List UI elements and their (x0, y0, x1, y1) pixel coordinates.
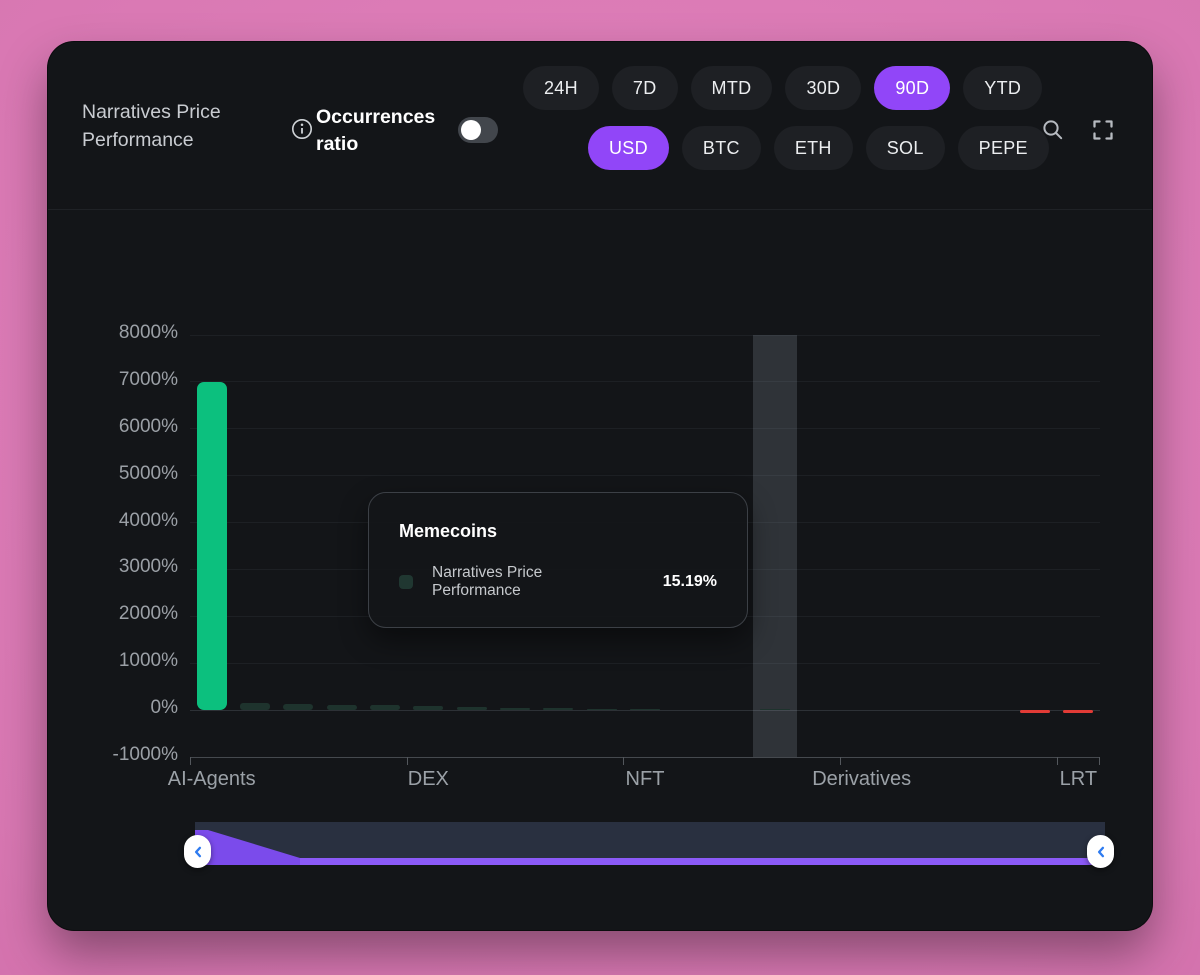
gridline (190, 757, 1100, 758)
occurrences-ratio-toggle[interactable] (458, 117, 498, 143)
y-axis-label: 6000% (48, 416, 178, 438)
tooltip-value: 15.19% (663, 573, 717, 591)
y-axis-label: -1000% (48, 744, 178, 766)
gridline (190, 475, 1100, 476)
y-axis-label: 4000% (48, 510, 178, 532)
fullscreen-icon[interactable] (1091, 118, 1115, 142)
occurrences-ratio-label: Occurrences ratio (316, 104, 450, 158)
x-axis-tick (1099, 757, 1100, 765)
currency-usd[interactable]: USD (588, 126, 669, 170)
bar[interactable] (1063, 710, 1093, 713)
gridline (190, 428, 1100, 429)
bar[interactable] (630, 709, 660, 710)
chevron-left-icon (1092, 843, 1110, 861)
time-range-30d[interactable]: 30D (785, 66, 861, 110)
bar-ai-agents[interactable] (197, 382, 227, 710)
chart-navigator[interactable] (195, 822, 1105, 865)
tooltip-series-label: Narratives Price Performance (432, 564, 635, 600)
x-axis-label-nft: NFT (626, 768, 665, 791)
currency-eth[interactable]: ETH (774, 126, 853, 170)
bar[interactable] (500, 708, 530, 711)
x-axis-label-derivatives: Derivatives (812, 768, 911, 791)
currency-sol[interactable]: SOL (866, 126, 945, 170)
toggle-knob (461, 120, 481, 140)
navigator-right-handle[interactable] (1087, 835, 1114, 868)
x-axis-tick (623, 757, 624, 765)
bar[interactable] (1020, 710, 1050, 713)
navigator-minimap (195, 822, 1105, 865)
chart-tooltip: Memecoins Narratives Price Performance 1… (368, 492, 748, 628)
time-range-ytd[interactable]: YTD (963, 66, 1042, 110)
header-icons (1041, 118, 1115, 142)
x-axis: AI-AgentsDEXNFTDerivativesLRT (190, 768, 1100, 798)
chevron-left-icon (189, 843, 207, 861)
x-axis-label-ai-agents: AI-Agents (168, 768, 256, 791)
chart-card: Narratives Price Performance Occurrences… (48, 42, 1152, 930)
x-axis-tick (190, 757, 191, 765)
time-range-group: 24H 7D MTD 30D 90D YTD (523, 66, 1042, 110)
bar[interactable] (327, 705, 357, 710)
tooltip-row: Narratives Price Performance 15.19% (399, 564, 717, 600)
y-axis-label: 8000% (48, 322, 178, 344)
tooltip-category: Memecoins (399, 521, 717, 542)
bar[interactable] (240, 703, 270, 711)
y-axis-label: 1000% (48, 650, 178, 672)
page-background: Narratives Price Performance Occurrences… (0, 0, 1200, 975)
y-axis-label: 3000% (48, 556, 178, 578)
series-marker-icon (399, 575, 413, 589)
y-axis-label: 2000% (48, 603, 178, 625)
currency-btc[interactable]: BTC (682, 126, 761, 170)
info-icon[interactable] (291, 118, 313, 140)
currency-group: USD BTC ETH SOL PEPE (588, 126, 1049, 170)
gridline (190, 381, 1100, 382)
bar[interactable] (283, 704, 313, 710)
x-axis-tick (840, 757, 841, 765)
bar[interactable] (543, 708, 573, 710)
x-axis-tick (1057, 757, 1058, 765)
time-range-24h[interactable]: 24H (523, 66, 599, 110)
x-axis-tick (407, 757, 408, 765)
header-divider (48, 209, 1152, 210)
bar[interactable] (587, 709, 617, 710)
bar[interactable] (370, 705, 400, 710)
y-axis-label: 7000% (48, 369, 178, 391)
gridline (190, 663, 1100, 664)
gridline (190, 335, 1100, 336)
bar-memecoins[interactable] (760, 709, 790, 710)
time-range-7d[interactable]: 7D (612, 66, 678, 110)
x-axis-label-dex: DEX (408, 768, 449, 791)
y-axis: 8000% 7000% 6000% 5000% 4000% 3000% 2000% 1000%… (48, 42, 178, 930)
currency-pepe[interactable]: PEPE (958, 126, 1049, 170)
y-axis-label: 0% (48, 697, 178, 719)
search-icon[interactable] (1041, 118, 1065, 142)
bar[interactable] (413, 706, 443, 710)
navigator-left-handle[interactable] (184, 835, 211, 868)
bar[interactable] (457, 707, 487, 710)
time-range-90d[interactable]: 90D (874, 66, 950, 110)
x-axis-label-lrt: LRT (1060, 768, 1097, 791)
time-range-mtd[interactable]: MTD (691, 66, 773, 110)
hover-highlight-band (753, 335, 796, 757)
y-axis-label: 5000% (48, 463, 178, 485)
